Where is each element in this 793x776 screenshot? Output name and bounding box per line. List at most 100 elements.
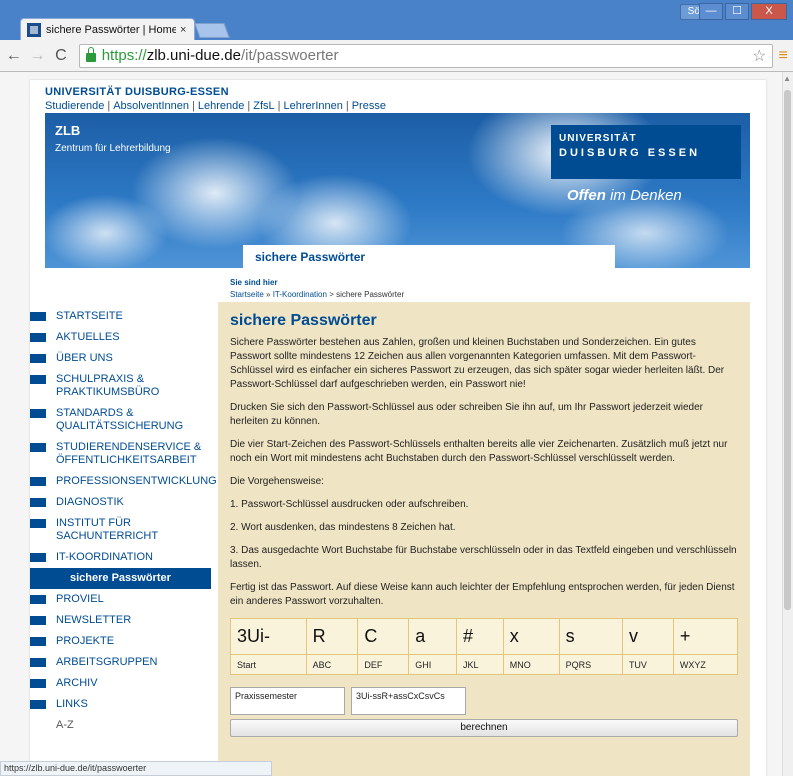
conclusion-paragraph: Fertig ist das Passwort. Auf diese Weise… — [230, 582, 735, 607]
favicon-icon — [27, 22, 41, 37]
sidebar-item-archiv[interactable]: ARCHIV — [30, 673, 215, 694]
key-label: Start — [230, 654, 307, 675]
sidebar-nav: STARTSEITE AKTUELLES ÜBER UNS SCHULPRAXI… — [30, 306, 217, 736]
topnav-absolventinnen[interactable]: AbsolventInnen — [113, 100, 189, 112]
sidebar-item-links[interactable]: LINKS — [30, 694, 215, 715]
bookmark-star-icon[interactable]: ☆ — [752, 46, 766, 66]
sidebar-item-professionsentwicklung[interactable]: PROFESSIONSENTWICKLUNG — [30, 471, 217, 492]
nav-marker-icon — [30, 409, 46, 418]
key-symbol: x — [502, 618, 560, 655]
key-symbol: + — [672, 618, 739, 655]
sidebar-item-diagnostik[interactable]: DIAGNOSTIK — [30, 492, 215, 513]
tab-close-icon[interactable]: × — [180, 24, 186, 36]
step-2: 2. Wort ausdenken, das mindestens 8 Zeic… — [230, 522, 456, 533]
key-label: WXYZ — [672, 654, 739, 675]
browser-titlebar: sichere Passwörter | Home × Sören — ☐ X — [0, 0, 793, 40]
key-label: TUV — [621, 654, 674, 675]
key-symbol-row: 3Ui- R C a # x s v + — [230, 618, 739, 655]
nav-marker-icon — [30, 616, 46, 625]
password-key-table: 3Ui- R C a # x s v + Start ABC DEF GHI J… — [230, 618, 739, 675]
key-symbol: v — [621, 618, 674, 655]
intro-paragraph: Sichere Passwörter bestehen aus Zahlen, … — [230, 337, 725, 390]
step-1: 1. Passwort-Schlüssel ausdrucken oder au… — [230, 499, 469, 510]
sidebar-item-projekte[interactable]: PROJEKTE — [30, 631, 215, 652]
key-label: GHI — [408, 654, 457, 675]
sidebar-item-standards[interactable]: STANDARDS & QUALITÄTSSICHERUNG — [30, 403, 215, 437]
key-symbol: # — [455, 618, 504, 655]
close-window-button[interactable]: X — [751, 3, 787, 20]
forward-button[interactable]: → — [28, 47, 48, 65]
procedure-heading: Die Vorgehensweise: — [230, 476, 324, 487]
key-label: MNO — [502, 654, 560, 675]
topnav-lehrende[interactable]: Lehrende — [198, 100, 245, 112]
scrollbar-thumb[interactable] — [784, 90, 791, 610]
sidebar-item-newsletter[interactable]: NEWSLETTER — [30, 610, 215, 631]
nav-marker-icon — [30, 443, 46, 452]
address-bar[interactable]: https://zlb.uni-due.de/it/passwoerter ☆ — [78, 43, 774, 68]
start-chars-paragraph: Die vier Start-Zeichen des Passwort-Schl… — [230, 439, 728, 464]
scroll-up-arrow-icon[interactable]: ▲ — [783, 74, 791, 83]
key-symbol: 3Ui- — [230, 618, 307, 655]
sidebar-item-proviel[interactable]: PROVIEL — [30, 589, 215, 610]
sidebar-item-sachunterricht[interactable]: INSTITUT FÜR SACHUNTERRICHT — [30, 513, 215, 547]
sidebar-item-a-z[interactable]: A-Z — [30, 715, 215, 736]
nav-marker-icon — [30, 595, 46, 604]
page-title: sichere Passwörter — [230, 312, 377, 329]
key-label-row: Start ABC DEF GHI JKL MNO PQRS TUV WXYZ — [230, 654, 739, 675]
reload-button[interactable]: C — [51, 47, 71, 65]
key-symbol: a — [408, 618, 457, 655]
word-input[interactable]: Praxissemester — [230, 687, 345, 715]
nav-marker-icon — [30, 637, 46, 646]
new-tab-button[interactable] — [194, 23, 230, 38]
sidebar-item-studierendenservice[interactable]: STUDIERENDENSERVICE & ÖFFENTLICHKEITSARB… — [30, 437, 215, 471]
password-output[interactable]: 3Ui-ssR+assCxCsvCs — [351, 687, 466, 715]
back-button[interactable]: ← — [4, 47, 24, 65]
sidebar-item-aktuelles[interactable]: AKTUELLES — [30, 327, 215, 348]
sidebar-item-ueber-uns[interactable]: ÜBER UNS — [30, 348, 215, 369]
nav-marker-icon — [30, 498, 46, 507]
sidebar-item-startseite[interactable]: STARTSEITE — [30, 306, 215, 327]
top-navigation: Studierende | AbsolventInnen | Lehrende | ZfsL… — [45, 100, 386, 112]
topnav-zfsl[interactable]: ZfsL — [253, 100, 274, 112]
breadcrumb-it-koordination[interactable]: IT-Koordination — [273, 290, 327, 299]
zlb-title[interactable]: ZLB — [55, 123, 80, 138]
banner-page-label: sichere Passwörter — [243, 245, 615, 268]
sidebar-item-arbeitsgruppen[interactable]: ARBEITSGRUPPEN — [30, 652, 215, 673]
nav-marker-icon — [30, 312, 46, 321]
status-bar: https://zlb.uni-due.de/it/passwoerter — [0, 761, 272, 776]
print-paragraph: Drucken Sie sich den Passwort-Schlüssel … — [230, 402, 703, 427]
zlb-subtitle: Zentrum für Lehrerbildung — [55, 143, 171, 154]
logo-line-1: UNIVERSITÄT — [559, 133, 637, 144]
nav-marker-icon — [30, 519, 46, 528]
encode-fields: Praxissemester 3Ui-ssR+assCxCsvCs — [230, 687, 738, 715]
minimize-button[interactable]: — — [699, 3, 723, 20]
page-container: UNIVERSITÄT DUISBURG-ESSEN Studierende | A… — [30, 80, 766, 776]
calculate-button[interactable]: berechnen — [230, 719, 738, 737]
nav-marker-icon — [30, 658, 46, 667]
university-logo[interactable]: UNIVERSITÄT DUISBURG ESSEN — [551, 125, 741, 179]
browser-tab[interactable]: sichere Passwörter | Home × — [20, 18, 195, 40]
key-symbol: C — [357, 618, 410, 655]
key-symbol: R — [305, 618, 359, 655]
nav-marker-icon — [30, 333, 46, 342]
slogan: Offen im Denken — [567, 187, 682, 204]
breadcrumb-home[interactable]: Startseite — [230, 290, 264, 299]
key-label: ABC — [305, 654, 359, 675]
header-banner: ZLB Zentrum für Lehrerbildung UNIVERSITÄ… — [45, 113, 750, 268]
topnav-presse[interactable]: Presse — [352, 100, 386, 112]
chrome-menu-icon[interactable]: ≡ — [773, 47, 793, 65]
university-name[interactable]: UNIVERSITÄT DUISBURG-ESSEN — [45, 86, 229, 98]
tab-title: sichere Passwörter | Home — [46, 23, 176, 36]
key-label: PQRS — [558, 654, 623, 675]
nav-marker-icon — [30, 375, 46, 384]
breadcrumb: Startseite » IT-Koordination > sichere P… — [230, 290, 405, 299]
topnav-lehrerinnen[interactable]: LehrerInnen — [284, 100, 343, 112]
sidebar-item-sichere-passwoerter[interactable]: sichere Passwörter — [30, 568, 211, 589]
key-label: JKL — [455, 654, 504, 675]
sidebar-item-it-koordination[interactable]: IT-KOORDINATION — [30, 547, 215, 568]
url-path: /it/passwoerter — [240, 47, 339, 64]
maximize-button[interactable]: ☐ — [725, 3, 749, 20]
step-3: 3. Das ausgedachte Wort Buchstabe für Bu… — [230, 545, 737, 570]
topnav-studierende[interactable]: Studierende — [45, 100, 104, 112]
sidebar-item-schulpraxis[interactable]: SCHULPRAXIS & PRAKTIKUMSBÜRO — [30, 369, 215, 403]
